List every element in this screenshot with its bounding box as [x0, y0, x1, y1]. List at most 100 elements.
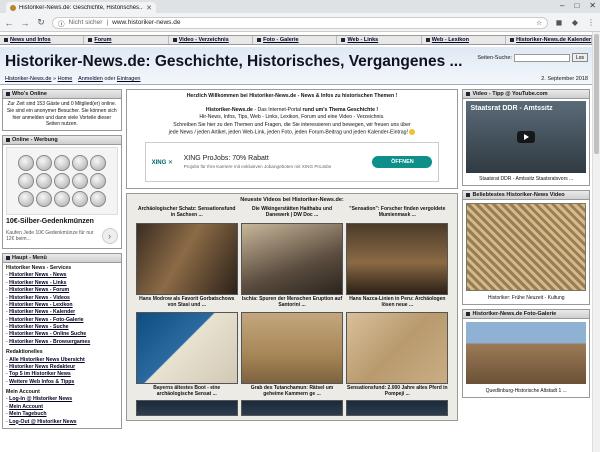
chevron-right-icon[interactable]: ›	[101, 228, 118, 244]
video-title[interactable]: "Sensation": Forscher finden vergoldete …	[346, 206, 448, 223]
menu-item[interactable]: Historiker News - Forum	[9, 287, 69, 293]
coin-ad-label[interactable]: 10€-Silber-Gedenkmünzen	[3, 217, 121, 226]
ad-open-button[interactable]: ÖFFNEN	[372, 156, 433, 169]
video-thumbnail[interactable]	[240, 223, 344, 296]
back-icon[interactable]: ←	[4, 18, 14, 28]
browser-tab[interactable]: Historiker-News.de: Geschichte, Historis…	[6, 2, 156, 13]
square-icon	[341, 38, 346, 42]
menu-item[interactable]: Historiker News - Lexikon	[9, 302, 72, 308]
tab-strip: Historiker-News.de: Geschichte, Historis…	[0, 0, 600, 13]
breadcrumb-page[interactable]: Home	[58, 76, 73, 82]
coin-ad-image[interactable]	[6, 147, 118, 215]
scrollbar[interactable]	[592, 32, 600, 452]
search-input[interactable]	[513, 53, 570, 62]
video-thumbnail[interactable]	[346, 311, 449, 384]
play-icon[interactable]	[517, 131, 536, 143]
video-card[interactable]: Archäologischer Schatz: Sensationsfund i…	[135, 206, 238, 309]
nav-news[interactable]: News und Infos	[0, 36, 85, 44]
minimize-icon[interactable]: –	[560, 1, 564, 10]
menu-item[interactable]: Historiker News - Foto-Galerie	[9, 317, 83, 323]
extension-icon-2[interactable]: ◆	[570, 18, 580, 27]
menu-item[interactable]: Historiker News - Browsergames	[9, 339, 90, 345]
search-button[interactable]: Los	[571, 53, 588, 62]
maximize-icon[interactable]: □	[574, 1, 579, 10]
menu-item[interactable]: Historiker News - Videos	[9, 295, 70, 301]
reload-icon[interactable]: ↻	[36, 17, 46, 28]
video-thumbnail[interactable]	[346, 223, 449, 296]
popular-video-thumbnail[interactable]	[466, 203, 587, 291]
menu-item[interactable]: Historiker News Redakteur	[9, 364, 75, 370]
close-window-icon[interactable]: ✕	[589, 1, 596, 10]
nav-links[interactable]: Web - Links	[337, 36, 422, 44]
video-title[interactable]: Sensationsfund: 2.000 Jahre altes Pferd …	[346, 385, 448, 398]
whos-online-box: Who's Online Zur Zeit sind 153 Gäste und…	[2, 89, 122, 131]
url-text: www.historiker-news.de	[112, 19, 181, 26]
breadcrumb-home[interactable]: Historiker-News.de	[5, 76, 51, 82]
video-card[interactable]: Bayerns ältestes Boot - eine archäologis…	[135, 311, 238, 398]
menu-item[interactable]: Historiker News - News	[9, 272, 66, 278]
video-thumbnail[interactable]	[135, 223, 238, 296]
nav-kalender[interactable]: Historiker-News.de Kalender	[506, 36, 592, 44]
video-card[interactable]: Sensationsfund: 2.000 Jahre altes Pferd …	[346, 311, 449, 398]
nav-lexikon[interactable]: Web - Lexikon	[422, 36, 507, 44]
or-text: oder	[104, 76, 116, 82]
menu-item[interactable]: Historiker News - Links	[9, 280, 66, 286]
menu-icon[interactable]: ⋮	[586, 18, 596, 27]
video-thumbnail[interactable]	[240, 311, 344, 384]
video-thumbnail[interactable]	[135, 311, 238, 384]
nav-forum[interactable]: Forum	[84, 36, 169, 44]
right-column: Video - Tipp @ YouTube.com Staatsrat DDR…	[462, 89, 591, 429]
menu-item[interactable]: Historiker News - Kalender	[9, 309, 75, 315]
register-link[interactable]: Eintragen	[117, 76, 141, 82]
menu-item[interactable]: Mein Tagebuch	[9, 411, 46, 417]
video-title[interactable]: Archäologischer Schatz: Sensationsfund i…	[136, 206, 238, 223]
online-info: Sie sind ein anonymer Besucher. Sie könn…	[6, 107, 117, 128]
video-card[interactable]: Die Wikingerstätten Haithabu und Danewer…	[240, 206, 344, 309]
login-link[interactable]: Anmelden	[78, 76, 103, 82]
menu-item[interactable]: Historiker News - Online Suche	[9, 331, 86, 337]
forward-icon[interactable]: →	[20, 18, 30, 28]
nav-videos[interactable]: Video - Verzeichnis	[169, 36, 254, 44]
menu-item[interactable]: Mein Account	[9, 404, 43, 410]
site-title[interactable]: Historiker-News.de: Geschichte, Historis…	[5, 53, 462, 71]
welcome-text-invite: Schreiben Sie hier zu den Themen und Fra…	[173, 121, 411, 128]
square-icon	[466, 92, 471, 96]
info-icon[interactable]: ⓘ	[58, 18, 65, 28]
browser-toolbar: ← → ↻ ⓘ Nicht sicher | www.historiker-ne…	[0, 14, 600, 31]
main-menu-title: Haupt - Menü	[12, 255, 47, 261]
video-title[interactable]: Hans Modrow als Favorit Gorbatschows von…	[136, 296, 238, 309]
video-title[interactable]: Grab des Tutanchamun: Rätsel um geheime …	[241, 385, 343, 398]
youtube-caption[interactable]: Staatsrat DDR - Amtssitz Staatsratsvors …	[463, 175, 589, 185]
coin-ad-text[interactable]: Kaufen Jede 10€ Gedenkmünze für nur 12€ …	[6, 230, 99, 243]
video-title[interactable]: Die Wikingerstätten Haithabu und Danewer…	[241, 206, 343, 223]
gallery-caption[interactable]: Quedlinburg-Historische Altstadt 1 ...	[463, 387, 589, 397]
nav-gallery[interactable]: Foto - Galerie	[253, 36, 338, 44]
close-tab-icon[interactable]: ✕	[146, 4, 152, 12]
video-card[interactable]: Grab des Tutanchamun: Rätsel um geheime …	[240, 311, 344, 398]
scrollbar-thumb[interactable]	[594, 34, 599, 154]
bookmark-star-icon[interactable]: ☆	[536, 19, 542, 27]
video-thumbnail[interactable]	[135, 400, 238, 417]
menu-item[interactable]: Weitere Web Infos & Tipps	[9, 379, 74, 385]
video-thumbnail[interactable]	[346, 400, 449, 417]
welcome-text-contrib: jede News / jeden Artikel, jeden Web-Lin…	[168, 129, 408, 136]
menu-item[interactable]: Top 5 im Historiker News	[9, 371, 71, 377]
xing-ad[interactable]: XING ✕ XING ProJobs: 70% Rabatt Projobs …	[144, 142, 440, 183]
popular-video-box: Beliebtestes Historiker-News Video Histo…	[462, 190, 591, 305]
address-bar[interactable]: ⓘ Nicht sicher | www.historiker-news.de …	[52, 16, 548, 29]
video-title[interactable]: Bayerns ältestes Boot - eine archäologis…	[136, 385, 238, 398]
video-title[interactable]: Hans Nazca-Linien in Peru: Archäologen l…	[346, 296, 448, 309]
video-thumbnail[interactable]	[240, 400, 344, 417]
menu-item[interactable]: Historiker News - Suche	[9, 324, 68, 330]
menu-item[interactable]: Log-Out @ Historiker News	[9, 419, 76, 425]
welcome-site-name: Historiker-News.de	[205, 106, 253, 113]
video-card[interactable]: "Sensation": Forscher finden vergoldete …	[346, 206, 449, 309]
menu-item[interactable]: Alle Historiker News Übersicht	[9, 357, 85, 363]
current-date: 2. September 2018	[541, 76, 588, 82]
extension-icon[interactable]: ◼	[554, 18, 564, 27]
popular-video-caption[interactable]: Historiker: Frühe Neuzeit - Kultung	[463, 294, 589, 304]
gallery-photo[interactable]	[466, 322, 587, 384]
video-title[interactable]: Ischia: Spuren der Menschen Eruption auf…	[241, 296, 343, 309]
youtube-video[interactable]: Staatsrat DDR - Amtssitz	[466, 101, 587, 173]
menu-item[interactable]: Log-In @ Historiker News	[9, 396, 72, 402]
